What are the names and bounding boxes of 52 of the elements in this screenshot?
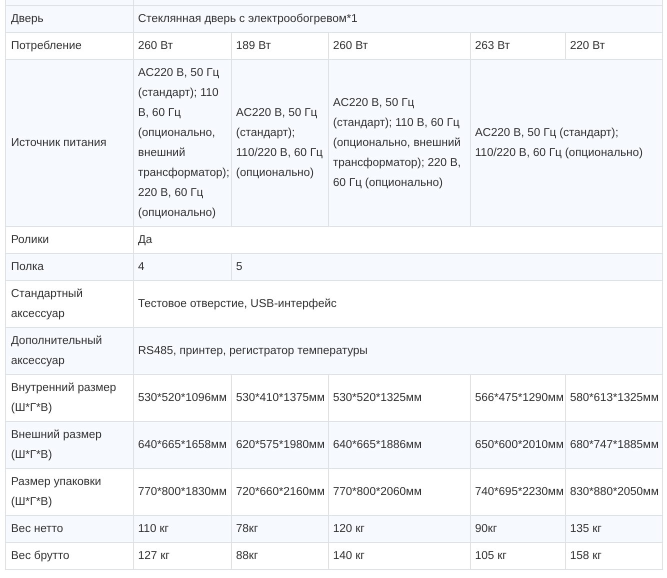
table-cell: 720*660*2160мм: [236, 486, 325, 498]
table-cell: 530*410*1375мм: [236, 392, 325, 404]
table-cell: 770*800*1830мм: [138, 486, 227, 498]
table-cell: 105 кг: [475, 550, 507, 562]
table-cell: 120 кг: [333, 522, 365, 534]
table-cell: 135 кг: [570, 522, 602, 534]
table-cell: 650*600*2010мм: [475, 438, 564, 450]
table-cell: AC220 В, 50 Гц (стандарт); 110/220 В, 60 Гц (опционально): [475, 126, 643, 158]
table-cell: RS485, принтер, регистратор температуры: [138, 344, 368, 356]
table-cell: AC220 В, 50 Гц (стандарт); 110/220 В, 60 Гц (опционально): [236, 106, 323, 178]
table-cell: 580*613*1325мм: [570, 392, 659, 404]
row-label: Полка: [11, 260, 44, 272]
table-cell: 740*695*2230мм: [475, 486, 564, 498]
table-cell: 530*520*1096мм: [138, 392, 227, 404]
table-cell: AC220 В, 50 Гц (стандарт); 110 В, 60 Гц (опционально, внешний трансформатор); 220 В, 60 Гц (опционально): [138, 66, 230, 218]
row-label: Стандартный аксессуар: [11, 288, 83, 320]
row-label: Внешний размер (Ш*Г*В): [11, 428, 102, 460]
row-label: Размер упаковки (Ш*Г*В): [11, 476, 102, 508]
table-cell: 127 кг: [138, 550, 170, 562]
row-label: Вес нетто: [11, 522, 64, 534]
table-cell: 110 кг: [138, 522, 169, 534]
table-cell: 680*747*1885мм: [570, 438, 659, 450]
table-cell: 189 Вт: [236, 40, 271, 52]
table-cell: 770*800*2060мм: [333, 486, 422, 498]
table-cell: 78кг: [236, 522, 258, 534]
row-label: Ролики: [11, 234, 49, 246]
table-cell: 566*475*1290мм: [475, 392, 564, 404]
table-cell: 530*520*1325мм: [333, 392, 422, 404]
table-cell: 5: [236, 260, 242, 272]
table-cell: 88кг: [236, 550, 258, 562]
row-label: Внутренний размер (Ш*Г*В): [11, 382, 116, 414]
table-cell: Тестовое отверстие, USB-интерфейс: [138, 298, 337, 310]
table-cell: 90кг: [475, 522, 498, 534]
table-cell: 830*880*2050мм: [570, 486, 659, 498]
table-cell: 620*575*1980мм: [236, 438, 325, 450]
table-cell: 140 кг: [333, 550, 365, 562]
row-label: Дополнительный аксессуар: [11, 334, 102, 366]
table-cell: 4: [138, 260, 144, 272]
row-label: Дверь: [11, 12, 44, 24]
row-label: Источник питания: [11, 136, 106, 148]
table-cell: 158 кг: [570, 550, 602, 562]
table-cell: 260 Вт: [333, 40, 368, 52]
table-cell: 263 Вт: [475, 40, 510, 52]
table-cell: AC220 В, 50 Гц (стандарт); 110 В, 60 Гц (опционально, внешний трансформатор); 220 В, 60 Гц (опционально): [333, 96, 461, 188]
table-cell: 220 Вт: [570, 40, 605, 52]
table-cell: Да: [138, 234, 152, 246]
table-cell: Стеклянная дверь с электрообогревом*1: [138, 12, 358, 24]
table-cell: 640*665*1658мм: [138, 438, 227, 450]
row-label: Потребление: [11, 40, 82, 52]
table-cell: 640*665*1886мм: [333, 438, 422, 450]
row-label: Вес брутто: [11, 550, 70, 562]
table-cell: 260 Вт: [138, 40, 173, 52]
